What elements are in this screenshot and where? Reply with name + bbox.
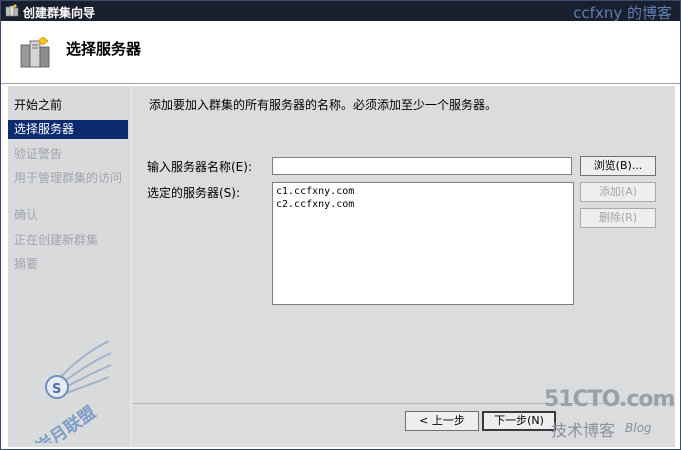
selected-servers-list[interactable]: c1.ccfxny.com c2.ccfxny.com: [272, 182, 574, 305]
wizard-header: 选择服务器: [1, 21, 680, 84]
instruction-text: 添加要加入群集的所有服务器的名称。必须添加至少一个服务器。: [149, 98, 498, 112]
server-name-label: 输入服务器名称(E):: [147, 160, 252, 174]
nav-step-summary: 摘要: [14, 257, 39, 271]
nav-step-before-you-begin[interactable]: 开始之前: [8, 96, 128, 115]
server-list-item[interactable]: c2.ccfxny.com: [276, 198, 570, 211]
next-button[interactable]: 下一步(N): [482, 411, 556, 431]
site-logo-text: 岩月联盟: [31, 402, 100, 443]
previous-button[interactable]: < 上一步: [405, 411, 479, 431]
nav-step-select-servers[interactable]: 选择服务器: [8, 120, 128, 139]
nav-step-access-point: 用于管理群集的访问: [14, 171, 123, 185]
cto-watermark-blog: Blog: [625, 421, 652, 435]
blog-watermark: ccfxny 的博客: [573, 4, 672, 22]
wizard-window: 创建群集向导 ccfxny 的博客 选择服务器 开始之前 选择服务器 验证警告 …: [0, 0, 681, 450]
page-title: 选择服务器: [66, 40, 142, 58]
wizard-steps-nav: 开始之前 选择服务器 验证警告 用于管理群集的访问 确认 正在创建新群集 摘要 …: [8, 86, 130, 447]
nav-step-creating-cluster: 正在创建新群集: [14, 233, 99, 247]
cto-watermark-sub: 技术博客: [551, 421, 616, 440]
selected-servers-label: 选定的服务器(S):: [147, 186, 241, 200]
cto-watermark: 51CTO.com: [544, 387, 675, 412]
server-name-input[interactable]: [272, 157, 572, 175]
title-bar[interactable]: 创建群集向导 ccfxny 的博客: [1, 1, 680, 22]
site-logo-watermark: S 岩月联盟: [31, 340, 112, 443]
svg-text:S: S: [52, 382, 61, 397]
window-title: 创建群集向导: [23, 6, 96, 20]
remove-button[interactable]: 删除(R): [580, 208, 656, 228]
add-button[interactable]: 添加(A): [580, 182, 656, 202]
cluster-wizard-icon: [5, 4, 19, 17]
server-list-item[interactable]: c1.ccfxny.com: [276, 185, 570, 198]
server-cluster-icon: [20, 36, 50, 68]
browse-button[interactable]: 浏览(B)...: [580, 156, 656, 176]
nav-step-validation-warning: 验证警告: [14, 147, 63, 161]
nav-step-confirmation: 确认: [14, 208, 39, 222]
